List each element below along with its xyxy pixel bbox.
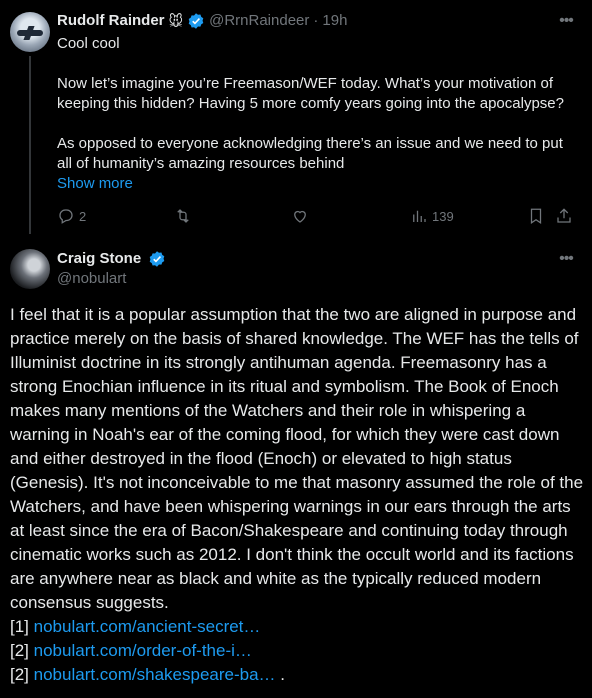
- ref-prefix: [2]: [10, 641, 29, 660]
- reply-header: Rudolf Rainder 🐭 @RrnRaindeer · 19h: [57, 11, 347, 31]
- reply-line: Now let’s imagine you’re Freemason/WEF t…: [57, 75, 564, 112]
- verified-badge-icon: [150, 251, 165, 267]
- main-header: Craig Stone: [57, 249, 166, 269]
- ref-link[interactable]: nobulart.com/shakespeare-ba…: [34, 665, 276, 684]
- ref-link[interactable]: nobulart.com/ancient-secret…: [34, 617, 261, 636]
- author-name[interactable]: Rudolf Rainder: [57, 11, 165, 31]
- separator-dot: ·: [313, 12, 319, 29]
- avatar[interactable]: [10, 249, 50, 289]
- reply-line: Cool cool: [57, 35, 120, 52]
- like-icon: [294, 210, 306, 223]
- share-button[interactable]: [555, 205, 573, 227]
- ref-suffix: .: [275, 665, 286, 684]
- avatar[interactable]: [10, 12, 50, 52]
- more-icon[interactable]: •••: [556, 251, 576, 273]
- timestamp[interactable]: 19h: [322, 11, 347, 31]
- reply-tweet[interactable]: Rudolf Rainder 🐭 @RrnRaindeer · 19h ••• …: [0, 0, 592, 236]
- views-icon: [413, 210, 426, 222]
- reply-icon: [59, 209, 73, 224]
- views-count: 139: [432, 208, 454, 224]
- author-handle[interactable]: @nobulart: [57, 269, 126, 289]
- reply-button[interactable]: 2: [57, 205, 86, 227]
- reference-item: [2] nobulart.com/shakespeare-ba… .: [10, 663, 585, 687]
- verified-badge-icon: [188, 13, 204, 29]
- bookmark-button[interactable]: [527, 205, 545, 227]
- author-name[interactable]: Craig Stone: [57, 250, 141, 267]
- repost-icon: [177, 209, 189, 223]
- reply-count: 2: [79, 208, 87, 224]
- action-bar: 2 139: [57, 205, 582, 227]
- views-button[interactable]: 139: [410, 205, 454, 227]
- ref-link[interactable]: nobulart.com/order-of-the-i…: [34, 641, 252, 660]
- reply-text: Cool cool Now let’s imagine you’re Freem…: [57, 34, 582, 174]
- reference-item: [1] nobulart.com/ancient-secret…: [10, 615, 585, 639]
- main-text: I feel that it is a popular assumption t…: [10, 303, 585, 687]
- author-handle[interactable]: @RrnRaindeer: [209, 11, 309, 31]
- share-icon: [557, 208, 571, 223]
- ref-prefix: [1]: [10, 617, 29, 636]
- ref-prefix: [2]: [10, 665, 29, 684]
- reference-list: [1] nobulart.com/ancient-secret… [2] nob…: [10, 615, 585, 687]
- more-icon[interactable]: •••: [556, 13, 576, 35]
- show-more-link[interactable]: Show more: [57, 174, 133, 194]
- name-emoji: 🐭: [168, 13, 184, 29]
- thread-line: [29, 56, 31, 234]
- like-button[interactable]: [291, 205, 313, 227]
- repost-button[interactable]: [174, 205, 196, 227]
- reference-item: [2] nobulart.com/order-of-the-i…: [10, 639, 585, 663]
- bookmark-icon: [530, 208, 542, 224]
- tweet-body: I feel that it is a popular assumption t…: [10, 305, 584, 612]
- reply-line: As opposed to everyone acknowledging the…: [57, 135, 563, 172]
